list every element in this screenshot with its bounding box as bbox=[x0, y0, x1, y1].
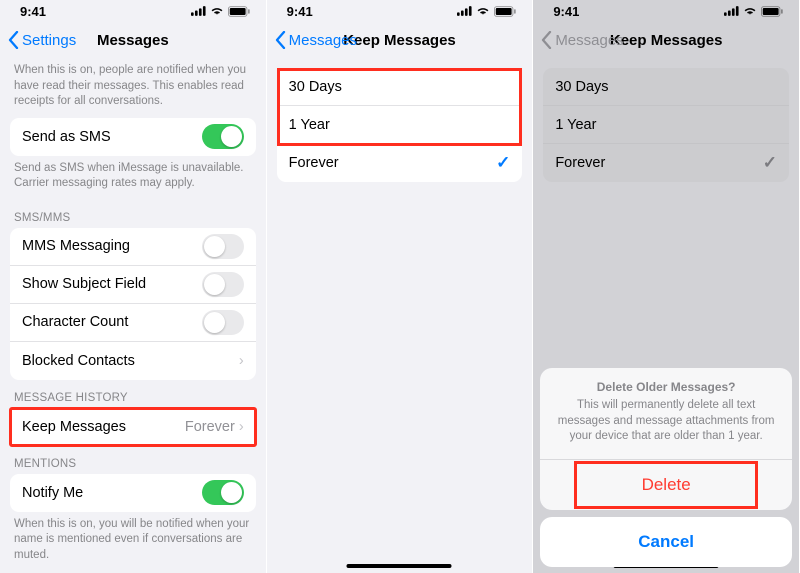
sheet-main-block: Delete Older Messages? This will permane… bbox=[540, 368, 792, 510]
screen-keep-messages: 9:41 Messages Keep Messages 30 Days 1 Ye… bbox=[267, 0, 534, 573]
battery-icon bbox=[228, 6, 250, 17]
label: Forever bbox=[555, 155, 605, 171]
mms-toggle[interactable] bbox=[202, 234, 244, 259]
status-time: 9:41 bbox=[20, 4, 46, 19]
status-time: 9:41 bbox=[553, 4, 579, 19]
keep-messages-value: Forever › bbox=[185, 419, 244, 435]
notify-toggle[interactable] bbox=[202, 480, 244, 505]
notify-footer: When this is on, you will be notified wh… bbox=[0, 512, 266, 572]
blocked-row[interactable]: Blocked Contacts › bbox=[10, 342, 256, 380]
keep-options-group: 30 Days 1 Year Forever ✓ bbox=[277, 68, 523, 182]
mentions-header: MENTIONS bbox=[0, 446, 266, 474]
keep-options-group: 30 Days 1 Year Forever ✓ bbox=[543, 68, 789, 182]
back-button[interactable]: Settings bbox=[8, 31, 76, 49]
notify-me-row[interactable]: Notify Me bbox=[10, 474, 256, 512]
label: Cancel bbox=[638, 532, 694, 552]
charcount-toggle[interactable] bbox=[202, 310, 244, 335]
chevron-right-icon: › bbox=[239, 419, 244, 435]
label: Delete bbox=[642, 475, 691, 495]
back-label: Settings bbox=[22, 32, 76, 49]
status-bar: 9:41 bbox=[533, 0, 799, 22]
wifi-icon bbox=[476, 6, 490, 16]
history-header: MESSAGE HISTORY bbox=[0, 380, 266, 408]
sheet-title: Delete Older Messages? bbox=[556, 380, 776, 394]
status-icons bbox=[457, 6, 516, 17]
send-as-sms-row[interactable]: Send as SMS bbox=[10, 118, 256, 156]
status-bar: 9:41 bbox=[267, 0, 533, 22]
label: 1 Year bbox=[289, 117, 330, 133]
wifi-icon bbox=[210, 6, 224, 16]
nav-bar: Messages Keep Messages bbox=[533, 22, 799, 58]
wifi-icon bbox=[743, 6, 757, 16]
nav-bar: Settings Messages bbox=[0, 22, 266, 58]
charcount-row[interactable]: Character Count bbox=[10, 304, 256, 342]
value-text: Forever bbox=[185, 419, 235, 435]
mentions-group: Notify Me bbox=[10, 474, 256, 512]
nav-bar: Messages Keep Messages bbox=[267, 22, 533, 58]
option-30-days: 30 Days bbox=[543, 68, 789, 106]
sheet-header: Delete Older Messages? This will permane… bbox=[540, 368, 792, 460]
label: Send as SMS bbox=[22, 129, 111, 145]
keep-messages-row[interactable]: Keep Messages Forever › bbox=[10, 408, 256, 446]
chevron-left-icon bbox=[275, 31, 286, 49]
label: MMS Messaging bbox=[22, 238, 130, 254]
mms-row[interactable]: MMS Messaging bbox=[10, 228, 256, 266]
send-sms-toggle[interactable] bbox=[202, 124, 244, 149]
options-content: 30 Days 1 Year Forever ✓ bbox=[267, 58, 533, 573]
option-1-year: 1 Year bbox=[543, 106, 789, 144]
signal-icon bbox=[191, 6, 206, 16]
read-receipts-footer: When this is on, people are notified whe… bbox=[0, 58, 266, 118]
label: Forever bbox=[289, 155, 339, 171]
label: Keep Messages bbox=[22, 419, 126, 435]
label: Character Count bbox=[22, 314, 128, 330]
home-indicator[interactable] bbox=[347, 564, 452, 568]
option-1-year[interactable]: 1 Year bbox=[277, 106, 523, 144]
settings-content: When this is on, people are notified whe… bbox=[0, 58, 266, 573]
label: Show Subject Field bbox=[22, 276, 146, 292]
battery-icon bbox=[494, 6, 516, 17]
screen-messages-settings: 9:41 Settings Messages When this is on, … bbox=[0, 0, 267, 573]
status-icons bbox=[724, 6, 783, 17]
message-history-group: Keep Messages Forever › bbox=[10, 408, 256, 446]
back-button[interactable]: Messages bbox=[275, 31, 357, 49]
sms-mms-group: MMS Messaging Show Subject Field Charact… bbox=[10, 228, 256, 380]
action-sheet: Delete Older Messages? This will permane… bbox=[540, 368, 792, 567]
status-time: 9:41 bbox=[287, 4, 313, 19]
subject-row[interactable]: Show Subject Field bbox=[10, 266, 256, 304]
option-forever[interactable]: Forever ✓ bbox=[277, 144, 523, 182]
subject-toggle[interactable] bbox=[202, 272, 244, 297]
cancel-button[interactable]: Cancel bbox=[540, 517, 792, 567]
option-forever: Forever ✓ bbox=[543, 144, 789, 182]
signal-icon bbox=[457, 6, 472, 16]
back-label: Messages bbox=[289, 32, 357, 49]
delete-button[interactable]: Delete bbox=[540, 460, 792, 510]
option-30-days[interactable]: 30 Days bbox=[277, 68, 523, 106]
label: 1 Year bbox=[555, 117, 596, 133]
chevron-right-icon: › bbox=[239, 353, 244, 369]
label: 30 Days bbox=[289, 79, 342, 95]
chevron-left-icon bbox=[541, 31, 552, 49]
send-as-sms-group: Send as SMS bbox=[10, 118, 256, 156]
screen-delete-confirm: 9:41 Messages Keep Messages 30 Days 1 Ye… bbox=[533, 0, 800, 573]
back-button: Messages bbox=[541, 31, 623, 49]
label: Notify Me bbox=[22, 485, 83, 501]
back-label: Messages bbox=[555, 32, 623, 49]
battery-icon bbox=[761, 6, 783, 17]
checkmark-icon: ✓ bbox=[763, 153, 777, 173]
signal-icon bbox=[724, 6, 739, 16]
chevron-left-icon bbox=[8, 31, 19, 49]
sms-mms-header: SMS/MMS bbox=[0, 200, 266, 228]
sheet-message: This will permanently delete all text me… bbox=[556, 398, 776, 445]
label: 30 Days bbox=[555, 79, 608, 95]
label: Blocked Contacts bbox=[22, 353, 135, 369]
status-icons bbox=[191, 6, 250, 17]
checkmark-icon: ✓ bbox=[496, 153, 510, 173]
send-sms-footer: Send as SMS when iMessage is unavailable… bbox=[0, 156, 266, 200]
status-bar: 9:41 bbox=[0, 0, 266, 22]
